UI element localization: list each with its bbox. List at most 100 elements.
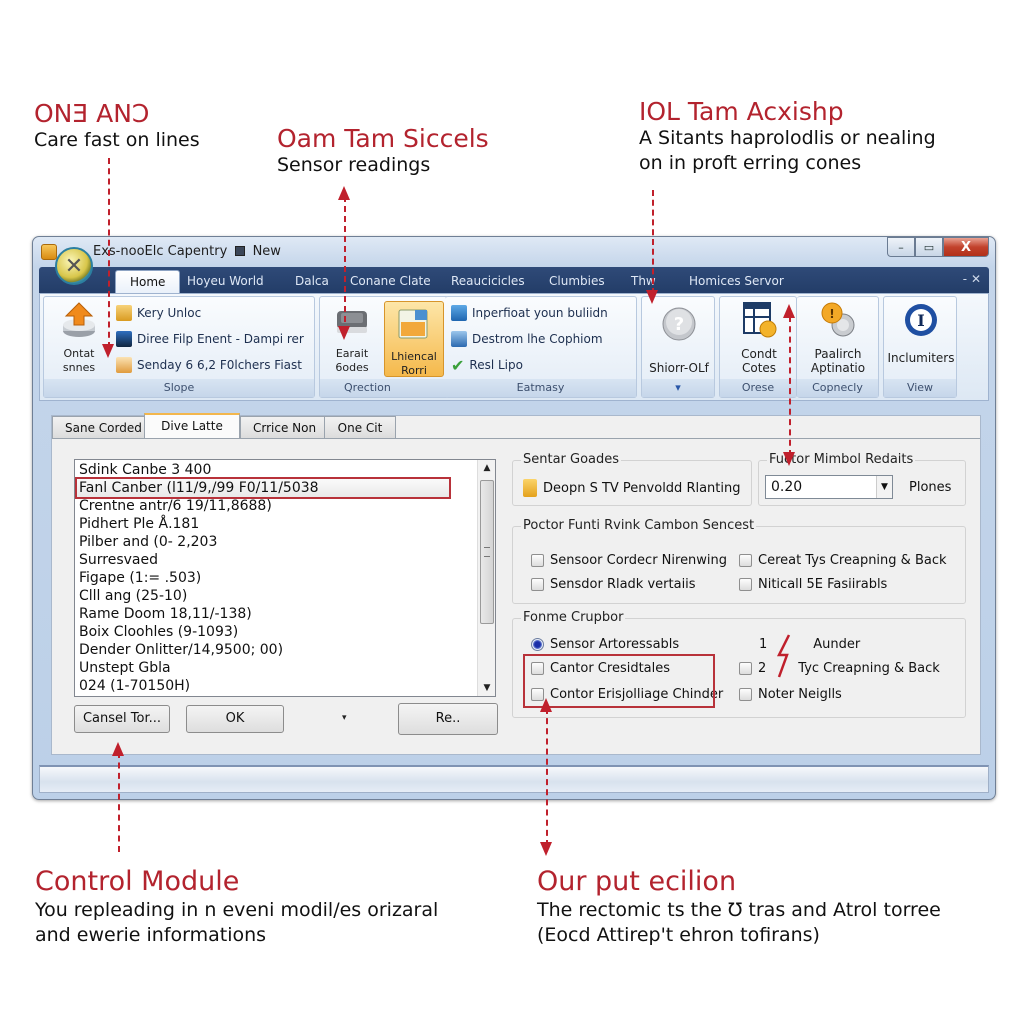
close-button[interactable]: X [943, 237, 989, 257]
arrow-up-icon [540, 698, 552, 712]
group-label-view: View [884, 379, 956, 397]
paalirch-button[interactable]: ! Paalirch Aptinatio [801, 301, 875, 375]
sensor-grades-item-label: Deopn S TV Penvoldd Rlanting [543, 480, 741, 496]
chevron-down-icon[interactable]: ▼ [876, 476, 892, 498]
ribbon-group-view: I Inclumiters View [883, 296, 957, 398]
arrow-line [652, 190, 654, 294]
ribbon-tab-dalca[interactable]: Dalca [295, 270, 329, 293]
factor-unit: Plones [909, 479, 952, 495]
sensor-grades-item[interactable]: Deopn S TV Penvoldd Rlanting [523, 479, 741, 497]
folder-key-icon [116, 305, 132, 321]
option-label: Sensdor Rladk vertaiis [550, 576, 696, 592]
application-menu-button[interactable]: ✕ [55, 247, 93, 285]
option-label: Tyc Creapning & Back [798, 660, 940, 676]
save-icon[interactable] [235, 246, 246, 256]
sensor-option-2[interactable]: Cereat Tys Creapning & Back [739, 551, 947, 569]
sensor-option-4[interactable]: Niticall 5E Fasiirabls [739, 575, 887, 593]
ribbon-group-help: ? Shiorr-OLf ▾ [641, 296, 715, 398]
destrom-button[interactable]: Destrom lhe Cophiom [451, 329, 603, 349]
list-item[interactable]: Boix Cloohles (9-1093) [79, 623, 238, 641]
list-item[interactable]: Rame Doom 18,11/-138) [79, 605, 252, 623]
factor-value-combobox[interactable]: 0.20 ▼ [765, 475, 893, 499]
help-icon: ? [662, 307, 696, 341]
ribbon-tab-clumbies[interactable]: Clumbies [549, 270, 605, 293]
ontat-snnes-label: Ontat snnes [62, 347, 96, 374]
maximize-button[interactable]: ▭ [915, 237, 943, 257]
list-scrollbar[interactable]: ▲ ▼ [477, 460, 495, 696]
checkbox[interactable] [739, 553, 752, 567]
checkbox[interactable] [739, 577, 752, 591]
minimize-button[interactable]: – [887, 237, 915, 257]
noter-option[interactable]: Noter Neiglls [739, 685, 842, 703]
list-item-selected[interactable]: Fanl Canber (l11/9,/99 F0/11/5038 [75, 477, 451, 499]
inperfioat-button[interactable]: Inperfioat youn buliidn [451, 303, 608, 323]
scrollbar-thumb[interactable] [480, 480, 494, 624]
annotation-title: IOL Tam Acxishp [639, 97, 844, 126]
checkbox[interactable] [739, 687, 752, 701]
kery-unloc-button[interactable]: Kery Unloc [116, 303, 201, 323]
tab-sane-corded[interactable]: Sane Corded [52, 416, 155, 438]
arrow-down-icon [540, 842, 552, 856]
list-item[interactable]: Crentne antr/6 19/11,8688) [79, 497, 272, 515]
aunder-label: Aunder [813, 636, 861, 652]
ribbon-group-slope: Ontat snnes Kery Unloc Diree Filp Enent … [43, 296, 315, 398]
tyc-option[interactable]: 2 Tyc Creapning & Back [739, 659, 940, 677]
inclumiters-button[interactable]: I Inclumiters [886, 301, 956, 365]
diree-filp-button[interactable]: Diree Filp Enent - Dampi rer [116, 329, 304, 349]
list-item[interactable]: Unstept Gbla [79, 659, 171, 677]
help-dropdown[interactable]: ▾ [642, 379, 714, 397]
ok-button[interactable]: OK [186, 705, 284, 733]
lhiencal-button[interactable]: Lhiencal Rorri [384, 301, 444, 377]
sensor-option-3[interactable]: Sensdor Rladk vertaiis [531, 575, 696, 593]
sensor-options-group: Poctor Funti Rvink Cambon Sencest Sensoo… [512, 518, 966, 604]
ribbon-minimize-close[interactable]: - ✕ [963, 272, 981, 286]
list-item[interactable]: Surresvaed [79, 551, 158, 569]
scroll-up-arrow-icon[interactable]: ▲ [478, 460, 496, 476]
radio-selected[interactable] [531, 637, 544, 651]
ribbon-group-direction: Earait 6odes Lhiencal Rorri Qrection [319, 296, 449, 398]
resl-lipo-label: Resl Lipo [469, 358, 523, 372]
earait-godes-button[interactable]: Earait 6odes [324, 301, 380, 375]
list-item[interactable]: Figape (1:= .503) [79, 569, 201, 587]
dropdown-arrow-icon[interactable]: ▾ [342, 713, 347, 723]
ribbon-tab-reaucicicles[interactable]: Reaucicicles [451, 270, 525, 293]
quick-access-icon[interactable] [41, 244, 57, 260]
re-button[interactable]: Re.. [398, 703, 498, 735]
cancel-button[interactable]: Cansel Tor... [74, 705, 170, 733]
ribbon-tab-home[interactable]: Home [115, 270, 181, 293]
readings-listbox[interactable]: Sdink Canbe 3 400 Fanl Canber (l11/9,/99… [74, 459, 496, 697]
scroll-down-arrow-icon[interactable]: ▼ [478, 680, 496, 696]
list-item[interactable]: Clll ang (25-10) [79, 587, 187, 605]
checkbox[interactable] [531, 577, 544, 591]
list-item[interactable]: 024 (1-70150H) [79, 677, 190, 695]
sensor-options-label: Poctor Funti Rvink Cambon Sencest [521, 518, 757, 533]
tab-dive-latte[interactable]: Dive Latte [144, 413, 240, 439]
resl-lipo-button[interactable]: ✔ Resl Lipo [451, 355, 523, 375]
sensor-radio[interactable]: Sensor Artoressabls [531, 635, 679, 653]
sensor-grades-label: Sentar Goades [521, 452, 622, 467]
condt-cotes-label: Condt Cotes [741, 347, 777, 375]
forme-group-label: Fonme Crupbor [521, 610, 626, 625]
shiorr-olf-button[interactable]: ? Shiorr-OLf [644, 301, 714, 375]
arrow-line [789, 316, 791, 456]
list-item[interactable]: Sdink Canbe 3 400 [79, 461, 211, 479]
list-item[interactable]: Pilber and (0- 2,203 [79, 533, 217, 551]
tab-crrice-non[interactable]: Crrice Non [240, 416, 330, 438]
list-item[interactable]: Pidhert Ple Å.181 [79, 515, 199, 533]
sensor-option-1[interactable]: Sensoor Cordecr Nirenwing [531, 551, 727, 569]
ribbon-tab-conane-clate[interactable]: Conane Clate [350, 270, 431, 293]
senday-folchers-button[interactable]: Senday 6 6,2 F0lchers Fiast [116, 355, 302, 375]
app-logo-icon: ✕ [64, 253, 84, 279]
list-item[interactable]: Dender Onlitter/14,9500; 00) [79, 641, 283, 659]
annotation-body-line-2: and ewerie informations [35, 924, 267, 946]
monitor-icon [116, 331, 132, 347]
folder-image-icon [398, 309, 428, 339]
ribbon-tab-hoyeu-world[interactable]: Hoyeu World [187, 270, 264, 293]
checkbox[interactable] [531, 553, 544, 567]
ontat-snnes-button[interactable]: Ontat snnes [50, 301, 108, 375]
inclumiters-label: Inclumiters [887, 351, 955, 365]
paalirch-label: Paalirch Aptinatio [810, 347, 866, 375]
checkbox[interactable] [739, 661, 752, 675]
ribbon-tab-homices-servor[interactable]: Homices Servor [689, 270, 784, 293]
tab-one-cit[interactable]: One Cit [324, 416, 396, 438]
